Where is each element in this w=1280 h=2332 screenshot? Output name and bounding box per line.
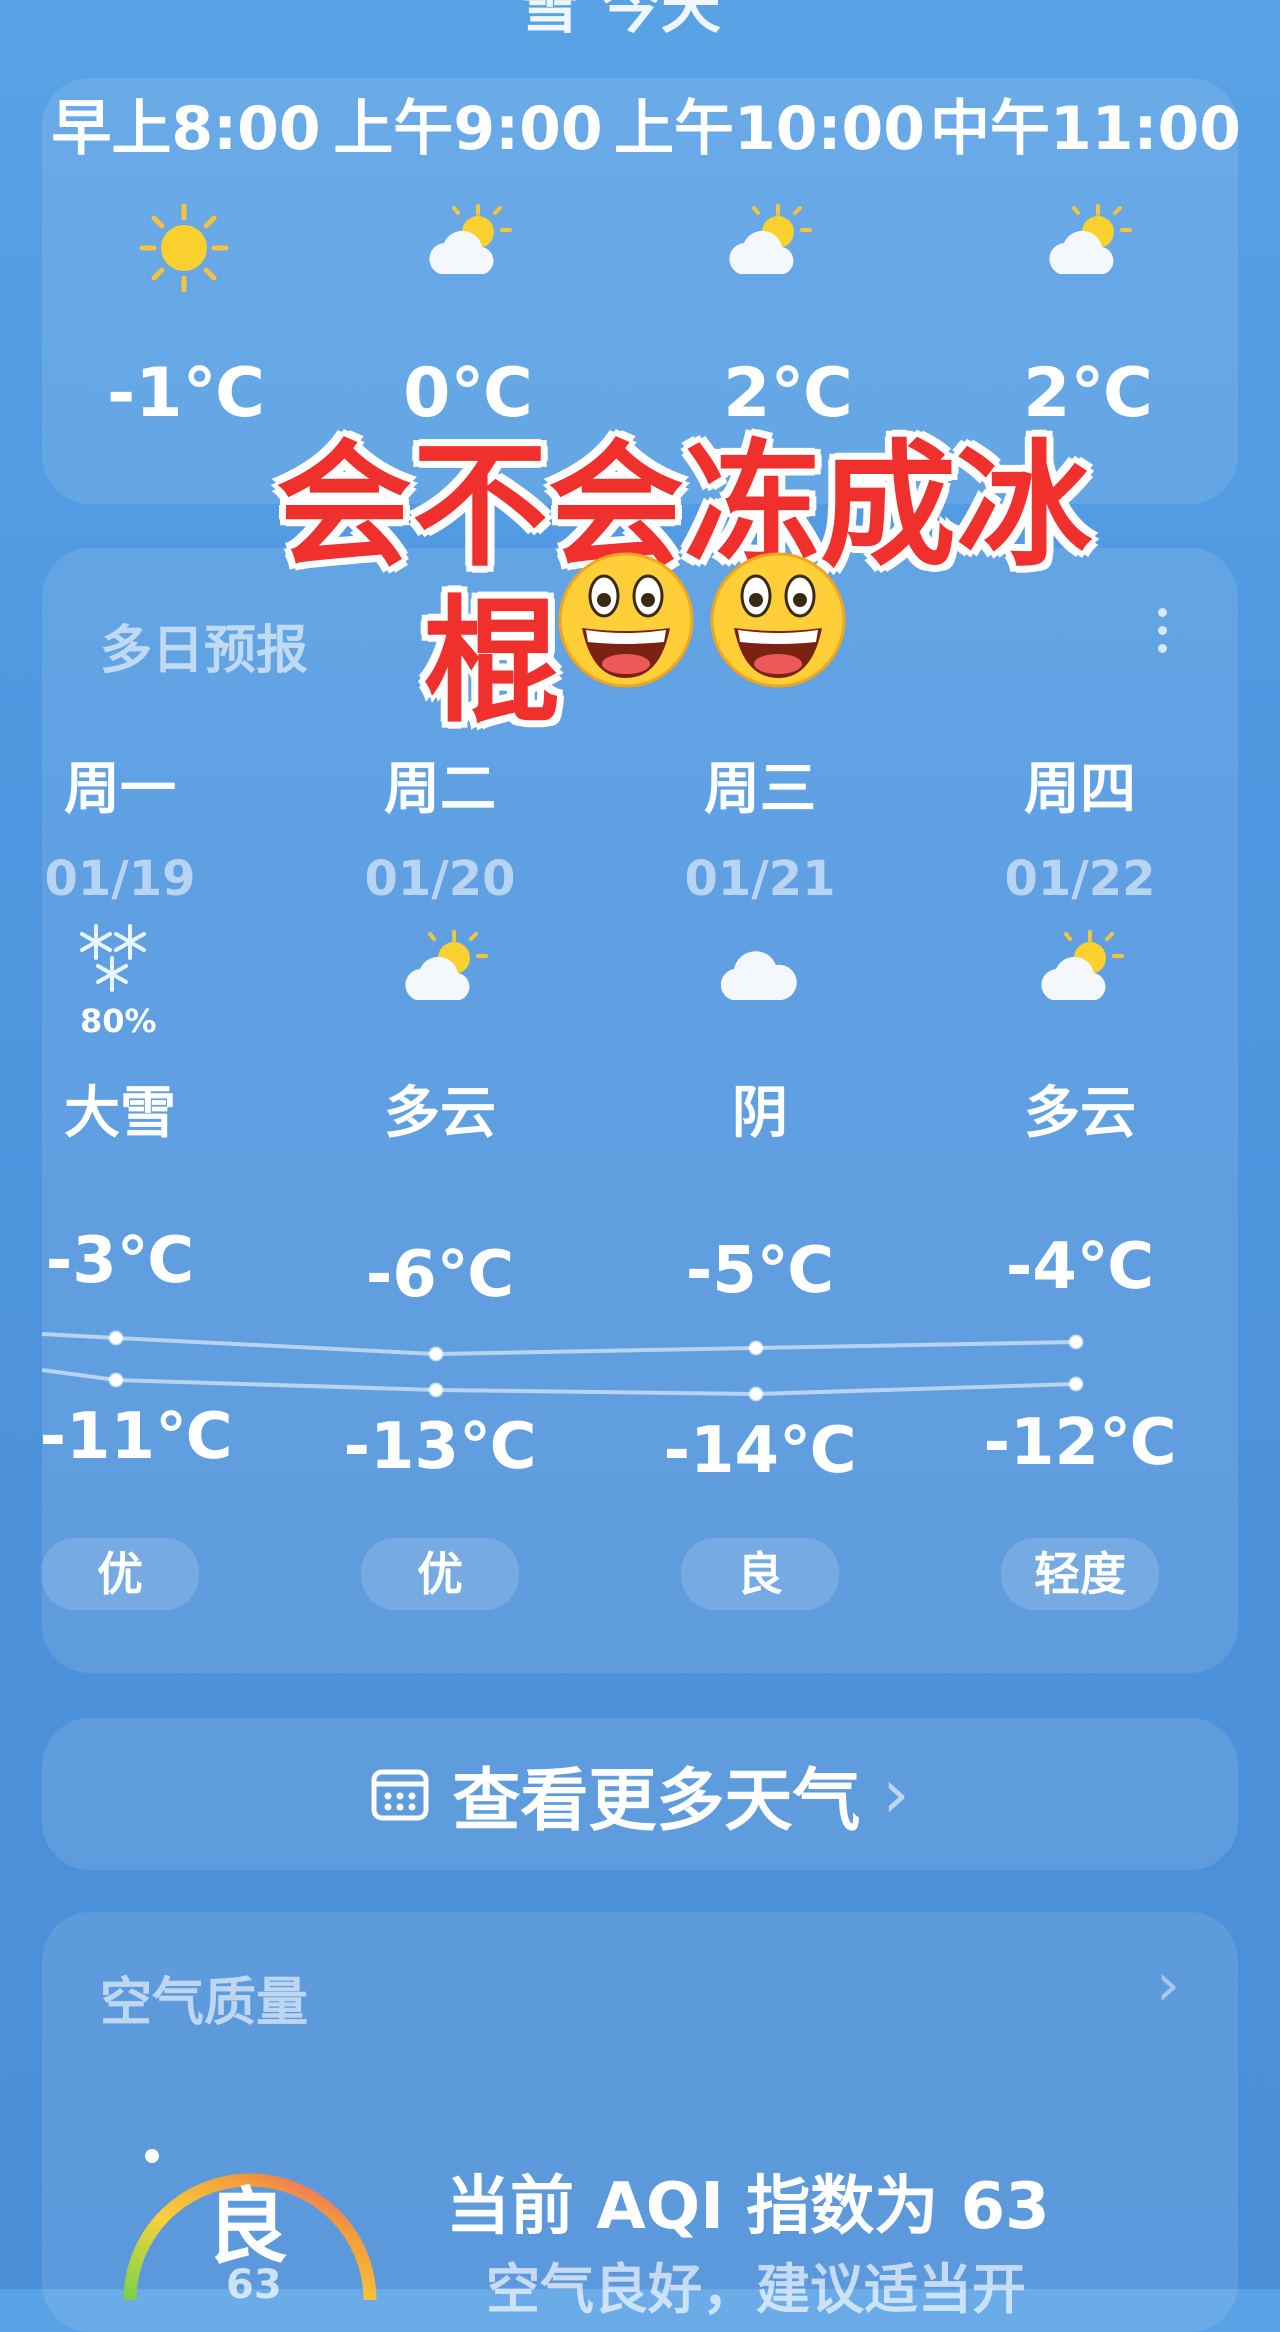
chevron-right-icon: ›	[1156, 1950, 1180, 2020]
aq-pill-col: 轻度	[960, 1538, 1200, 1610]
high-point	[748, 1340, 764, 1356]
hour-time: 上午10:00	[614, 94, 925, 164]
air-quality-badge: 优	[361, 1538, 519, 1610]
high-trend-line	[42, 1332, 1077, 1357]
low-temp: -12℃	[983, 1406, 1177, 1480]
partly-cloudy-icon	[1049, 204, 1132, 274]
temperature-trend-chart	[42, 1330, 1084, 1402]
low-temp-col: -12℃	[960, 1406, 1200, 1480]
low-point	[748, 1386, 764, 1402]
hour-col[interactable]: 上午9:00	[318, 80, 618, 167]
chevron-right-icon: ›	[882, 1754, 910, 1834]
low-point	[1068, 1376, 1084, 1392]
multi-day-forecast-card: 多日预报 周一 01/19 周二 01/20 周三 01/21 周四 01/22…	[39, 548, 1238, 1673]
overlay-caption-line2: 棍	[424, 584, 560, 742]
hour-time: 早上8:00	[51, 94, 321, 164]
low-temp-col: -11℃	[16, 1400, 256, 1474]
aqi-headline: 当前 AQI 指数为 63	[446, 2170, 1050, 2244]
aq-pill-col: 良	[640, 1538, 880, 1610]
low-point	[428, 1382, 444, 1398]
partly-cloudy-icon	[729, 204, 812, 274]
more-weather-button[interactable]: 查看更多天气 ›	[42, 1718, 1238, 1870]
high-point	[428, 1346, 444, 1362]
air-quality-badge: 轻度	[1001, 1538, 1159, 1610]
aqi-advice: 空气良好，建议适当开	[486, 2258, 1026, 2321]
hour-col[interactable]: 中午11:00	[930, 80, 1241, 167]
hour-time: 上午9:00	[333, 94, 603, 164]
grinning-face-emoji	[710, 552, 846, 688]
aq-pill-col: 优	[320, 1538, 560, 1610]
low-temp: -11℃	[39, 1400, 233, 1474]
calendar-icon	[371, 1769, 429, 1821]
aqi-title: 空气质量	[100, 1973, 309, 2033]
air-quality-badge: 优	[41, 1538, 199, 1610]
low-temp-col: -13℃	[320, 1410, 560, 1484]
low-trend-line	[42, 1368, 1077, 1397]
more-weather-label: 查看更多天气	[452, 1761, 861, 1841]
low-temp-col: -14℃	[640, 1414, 880, 1488]
high-point	[1068, 1334, 1084, 1350]
sun-icon	[139, 203, 229, 293]
low-point	[108, 1372, 124, 1388]
low-temp: -14℃	[663, 1414, 857, 1488]
aqi-value-partial: 63	[226, 2262, 282, 2308]
high-point	[108, 1330, 124, 1346]
aq-pill-col: 优	[0, 1538, 240, 1610]
air-quality-badge: 良	[681, 1538, 839, 1610]
hour-col[interactable]: 早上8:00	[36, 80, 336, 167]
hour-time: 中午11:00	[930, 94, 1241, 164]
grinning-face-emoji	[558, 552, 694, 688]
top-bar: 雪 今天	[0, 0, 1280, 42]
hour-col[interactable]: 上午10:00	[614, 80, 925, 167]
partly-cloudy-icon	[429, 204, 512, 274]
low-temp: -13℃	[343, 1410, 537, 1484]
city-title: 雪 今天	[520, 0, 721, 42]
